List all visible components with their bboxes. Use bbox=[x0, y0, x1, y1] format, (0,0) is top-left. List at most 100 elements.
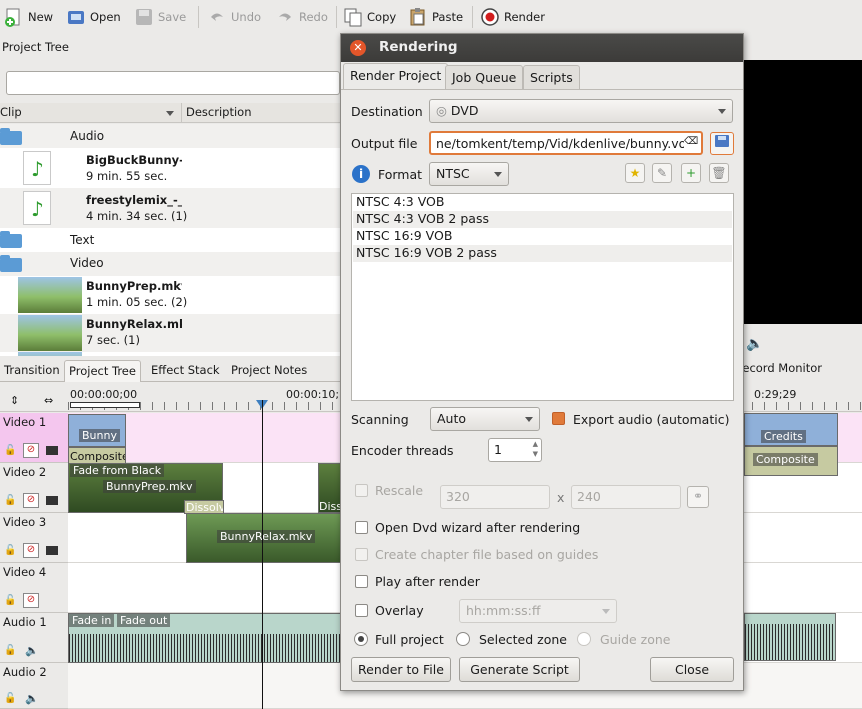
lock-icon[interactable]: 🔓 bbox=[4, 645, 16, 656]
track-header-video3[interactable]: Video 3 🔓 ⊘ bbox=[0, 513, 68, 563]
list-item[interactable]: NTSC 16:9 VOB bbox=[353, 228, 732, 245]
export-audio-checkbox[interactable] bbox=[552, 412, 565, 425]
list-item[interactable]: NTSC 4:3 VOB bbox=[353, 194, 732, 211]
mute-video-icon[interactable]: ⊘ bbox=[23, 593, 39, 608]
lock-icon[interactable]: 🔓 bbox=[4, 545, 16, 556]
new-profile-button[interactable]: + bbox=[681, 163, 701, 183]
spin-down-icon[interactable]: ▼ bbox=[533, 450, 538, 458]
open-dvd-wizard-checkbox[interactable] bbox=[355, 521, 368, 534]
list-item[interactable] bbox=[0, 352, 340, 356]
redo-label: Redo bbox=[299, 10, 328, 24]
output-file-input[interactable]: ne/tomkent/temp/Vid/kdenlive/bunny.vob bbox=[429, 131, 703, 155]
clip-credits[interactable]: Credits bbox=[744, 413, 838, 446]
tab-job-queue[interactable]: Job Queue bbox=[445, 65, 524, 89]
rescale-checkbox[interactable] bbox=[355, 484, 368, 497]
tab-scripts[interactable]: Scripts bbox=[523, 65, 580, 89]
guide-zone-radio[interactable] bbox=[577, 632, 591, 646]
tab-transition[interactable]: Transition bbox=[0, 360, 64, 382]
rescale-width-input[interactable]: 320 bbox=[440, 485, 550, 509]
track-header-video2[interactable]: Video 2 🔓 ⊘ bbox=[0, 463, 68, 513]
overlay-checkbox[interactable] bbox=[355, 604, 368, 617]
undo-button[interactable]: Undo bbox=[207, 4, 261, 30]
lock-icon[interactable]: 🔓 bbox=[4, 495, 16, 506]
lock-icon[interactable]: 🔓 bbox=[4, 445, 16, 456]
project-tree-search-input[interactable] bbox=[6, 71, 340, 95]
new-button[interactable]: New bbox=[4, 4, 53, 30]
list-item[interactable]: BunnyPrep.mkv 1 min. 05 sec. (2) bbox=[0, 276, 340, 314]
clear-text-icon[interactable]: ⌫ bbox=[684, 136, 700, 149]
transition-composite-2[interactable]: Composite bbox=[744, 446, 838, 476]
tab-record-monitor[interactable]: Record Monitor bbox=[742, 358, 862, 382]
folder-video[interactable]: Video bbox=[0, 252, 340, 276]
clip-audio-tail[interactable] bbox=[744, 613, 836, 661]
track-header-video1[interactable]: Video 1 🔓 ⊘ bbox=[0, 413, 68, 463]
tab-effect-stack[interactable]: Effect Stack bbox=[147, 360, 224, 382]
profile-list[interactable]: NTSC 4:3 VOB NTSC 4:3 VOB 2 pass NTSC 16… bbox=[351, 193, 734, 401]
speaker-icon[interactable]: 🔈 bbox=[25, 692, 39, 705]
tab-render-project[interactable]: Render Project bbox=[343, 63, 449, 90]
rescale-height-input[interactable]: 240 bbox=[571, 485, 681, 509]
volume-icon[interactable]: 🔈 bbox=[746, 336, 763, 352]
edit-profile-button[interactable]: ✎ bbox=[652, 163, 672, 183]
delete-profile-button[interactable]: 🗑 bbox=[709, 163, 729, 183]
clip-audio-freestylemix[interactable]: Fade in Fade out bbox=[68, 613, 342, 663]
favorite-profile-button[interactable]: ★ bbox=[625, 163, 645, 183]
format-select[interactable]: NTSC bbox=[429, 162, 509, 186]
zoom-fit-icon[interactable]: ⇕ bbox=[10, 394, 19, 407]
list-item[interactable]: NTSC 4:3 VOB 2 pass bbox=[353, 211, 732, 228]
lock-ratio-button[interactable]: ⚭ bbox=[687, 486, 709, 508]
track-header-audio1[interactable]: Audio 1 🔓 🔈 bbox=[0, 613, 68, 663]
generate-script-button[interactable]: Generate Script bbox=[459, 657, 580, 682]
redo-button[interactable]: Redo bbox=[275, 4, 328, 30]
mute-video-icon[interactable]: ⊘ bbox=[23, 543, 39, 558]
info-icon[interactable]: i bbox=[352, 165, 370, 183]
lock-icon[interactable]: 🔓 bbox=[4, 693, 16, 704]
close-icon[interactable]: ✕ bbox=[350, 40, 366, 56]
save-file-icon bbox=[715, 135, 729, 147]
full-project-radio[interactable] bbox=[354, 632, 368, 646]
transition-dissolve[interactable]: Dissolve bbox=[184, 500, 224, 514]
browse-file-button[interactable] bbox=[710, 132, 734, 155]
list-item[interactable]: NTSC 16:9 VOB 2 pass bbox=[353, 245, 732, 262]
folder-audio[interactable]: Audio bbox=[0, 124, 340, 148]
film-icon[interactable] bbox=[46, 446, 58, 455]
zone-marker[interactable] bbox=[70, 402, 140, 408]
playhead-line[interactable] bbox=[262, 400, 263, 709]
tab-project-tree[interactable]: Project Tree bbox=[64, 360, 141, 382]
list-item[interactable]: BunnyRelax.mkv 7 sec. (1) bbox=[0, 314, 340, 352]
render-to-file-button[interactable]: Render to File bbox=[351, 657, 451, 682]
play-after-render-checkbox[interactable] bbox=[355, 575, 368, 588]
folder-text[interactable]: Text bbox=[0, 228, 340, 252]
save-button[interactable]: Save bbox=[134, 4, 186, 30]
track-header-video4[interactable]: Video 4 🔓 ⊘ bbox=[0, 563, 68, 613]
render-button[interactable]: Render bbox=[480, 4, 545, 30]
list-item[interactable]: ♪ freestylemix_-_h 4 min. 34 sec. (1) bbox=[0, 188, 340, 228]
lock-icon[interactable]: 🔓 bbox=[4, 595, 16, 606]
scanning-select[interactable]: Auto bbox=[430, 407, 540, 431]
zoom-icon[interactable]: ⇔ bbox=[44, 394, 53, 407]
open-button[interactable]: Open bbox=[66, 4, 121, 30]
clip-bunny-title[interactable]: Bunny bbox=[68, 414, 126, 447]
selected-zone-radio[interactable] bbox=[456, 632, 470, 646]
overlay-select[interactable]: hh:mm:ss:ff bbox=[459, 599, 617, 623]
encoder-threads-spinbox[interactable]: 1 ▲ ▼ bbox=[488, 438, 542, 462]
mute-video-icon[interactable]: ⊘ bbox=[23, 443, 39, 458]
column-clip[interactable]: Clip bbox=[0, 105, 22, 119]
chapter-file-checkbox[interactable] bbox=[355, 548, 368, 561]
list-item[interactable]: ♪ BigBuckBunny-s 9 min. 55 sec. bbox=[0, 148, 340, 188]
destination-select[interactable]: ◎ DVD bbox=[429, 99, 733, 123]
column-description[interactable]: Description bbox=[186, 105, 252, 119]
track-header-audio2[interactable]: Audio 2 🔓 🔈 bbox=[0, 663, 68, 709]
spin-up-icon[interactable]: ▲ bbox=[533, 440, 538, 448]
copy-button[interactable]: Copy bbox=[343, 4, 396, 30]
film-icon[interactable] bbox=[46, 546, 58, 555]
film-icon[interactable] bbox=[46, 496, 58, 505]
mute-video-icon[interactable]: ⊘ bbox=[23, 493, 39, 508]
paste-button[interactable]: Paste bbox=[408, 4, 463, 30]
dialog-titlebar[interactable]: ✕ Rendering bbox=[341, 34, 743, 62]
clip-bunnyrelax[interactable]: BunnyRelax.mkv bbox=[186, 513, 342, 563]
tab-project-notes[interactable]: Project Notes bbox=[227, 360, 311, 382]
speaker-icon[interactable]: 🔈 bbox=[25, 644, 39, 657]
close-button[interactable]: Close bbox=[650, 657, 734, 682]
clip-video2-tail[interactable]: Dissolve bbox=[318, 463, 342, 513]
